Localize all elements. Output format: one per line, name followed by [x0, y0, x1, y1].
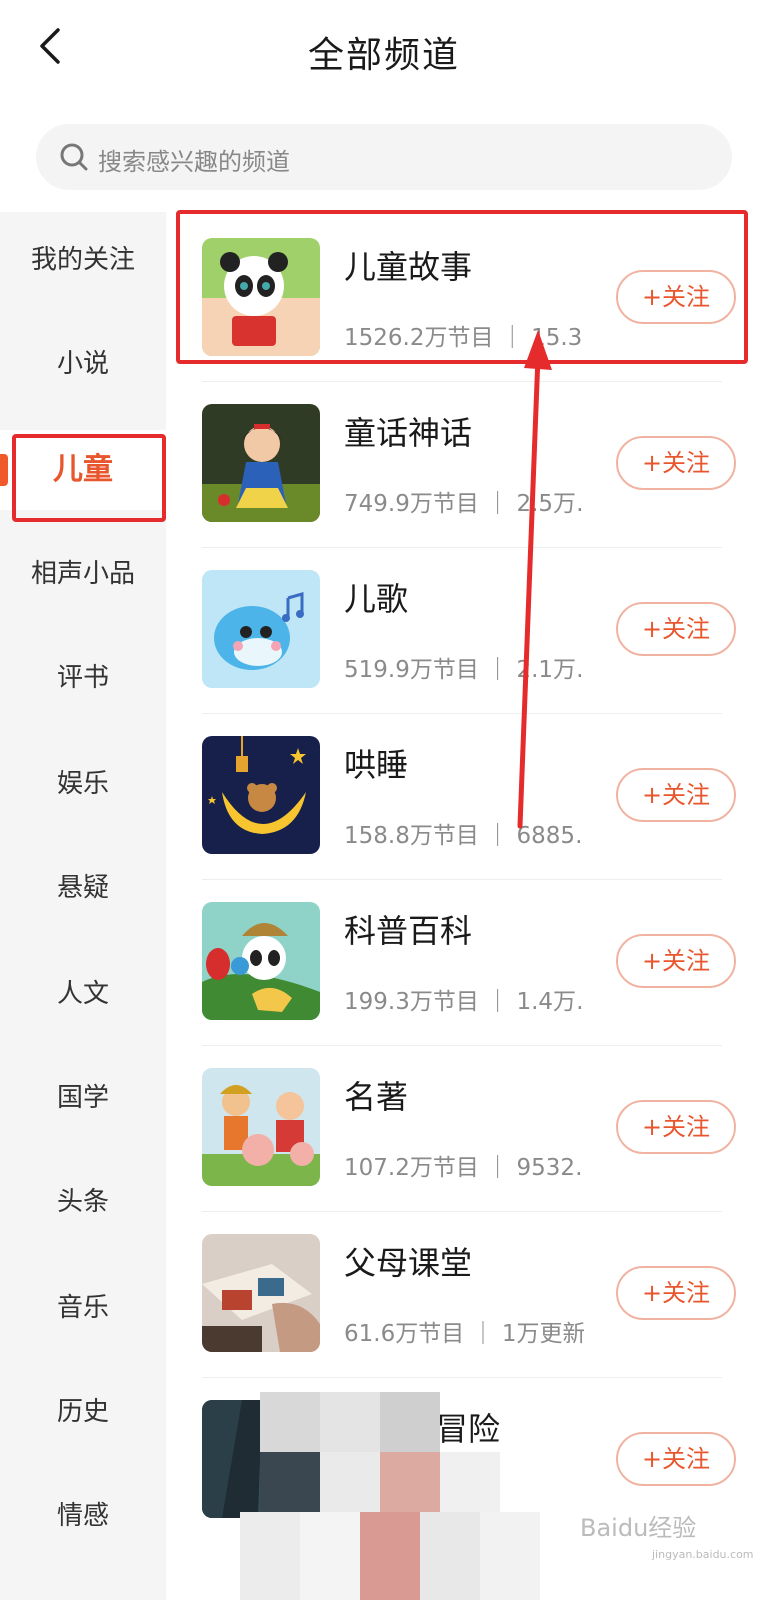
sidebar-item-sinology[interactable]: 国学 [0, 1058, 166, 1138]
channel-row[interactable]: 名著 107.2万节目 ｜ 9532… +关注 [166, 1042, 768, 1212]
channel-thumbnail [202, 570, 320, 688]
search-placeholder: 搜索感兴趣的频道 [98, 148, 290, 176]
annotation-arrow-icon [517, 330, 552, 829]
sidebar-item-label: 悬疑 [56, 873, 109, 903]
sidebar-item-history[interactable]: 历史 [0, 1372, 166, 1452]
channel-row[interactable]: 哄睡 158.8万节目 ｜ 6885… +关注 [166, 710, 768, 880]
watermark: Baidu经验 [580, 1514, 697, 1542]
channel-thumbnail [202, 736, 320, 854]
active-indicator [0, 454, 8, 486]
watermark-sub: jingyan.baidu.com [652, 1548, 754, 1561]
sidebar-item-label: 人文 [56, 979, 109, 1009]
follow-button[interactable]: +关注 [616, 1432, 736, 1486]
header: 全部频道 [0, 0, 768, 96]
sidebar-item-label: 历史 [56, 1397, 109, 1427]
channel-row[interactable]: 父母课堂 61.6万节目 ｜ 1万更新 +关注 [166, 1208, 768, 1378]
channel-thumbnail [202, 902, 320, 1020]
sidebar-item-emotion[interactable]: 情感 [0, 1476, 166, 1556]
follow-button[interactable]: +关注 [616, 768, 736, 822]
sidebar-item-label: 我的关注 [30, 245, 135, 275]
sidebar-item-label: 娱乐 [56, 769, 109, 799]
sidebar-item-suspense[interactable]: 悬疑 [0, 848, 166, 928]
sidebar-item-entertainment[interactable]: 娱乐 [0, 744, 166, 824]
sidebar-item-music[interactable]: 音乐 [0, 1268, 166, 1348]
sidebar-item-label: 评书 [56, 663, 109, 693]
sidebar-item-crosstalk[interactable]: 相声小品 [0, 534, 166, 614]
search-icon [60, 143, 88, 171]
follow-button[interactable]: +关注 [616, 436, 736, 490]
channel-row[interactable]: 儿歌 519.9万节目 ｜ 2.1万… +关注 [166, 544, 768, 714]
follow-button[interactable]: +关注 [616, 934, 736, 988]
search-bar[interactable]: 搜索感兴趣的频道 [36, 124, 732, 190]
sidebar-item-novel[interactable]: 小说 [0, 324, 166, 404]
sidebar-item-following[interactable]: 我的关注 [0, 220, 166, 300]
channel-stats: 61.6万节目 ｜ 1万更新 [344, 1321, 584, 1347]
page-title: 全部频道 [307, 35, 460, 76]
channel-name: 名著 [344, 1078, 409, 1116]
sidebar-item-children[interactable]: 儿童 [0, 430, 166, 522]
sidebar-item-label: 小说 [56, 349, 109, 379]
follow-button[interactable]: +关注 [616, 1100, 736, 1154]
channel-name: 哄睡 [344, 746, 409, 784]
mosaic-overlay [240, 1392, 540, 1600]
annotation-highlight-box [176, 210, 748, 364]
channel-name: 父母课堂 [344, 1244, 473, 1282]
channel-row[interactable]: 童话神话 749.9万节目 ｜ 2.5万… +关注 [166, 378, 768, 548]
sidebar-item-humanities[interactable]: 人文 [0, 954, 166, 1034]
channel-name: 儿歌 [344, 580, 409, 618]
sidebar-item-label: 音乐 [56, 1293, 109, 1323]
channel-row[interactable]: 科普百科 199.3万节目 ｜ 1.4万… +关注 [166, 876, 768, 1046]
sidebar-item-label: 相声小品 [30, 559, 135, 589]
channel-thumbnail [202, 1234, 320, 1352]
sidebar-item-label: 头条 [56, 1187, 109, 1217]
sidebar-item-headlines[interactable]: 头条 [0, 1162, 166, 1242]
annotation-box [12, 434, 166, 522]
sidebar-item-label: 国学 [56, 1083, 109, 1113]
channel-stats: 199.3万节目 ｜ 1.4万… [344, 989, 584, 1015]
channel-page: 全部频道 搜索感兴趣的频道 我的关注 小说 儿童 相声小品 评书 娱乐 悬疑 人… [0, 0, 768, 1600]
channel-name: 科普百科 [344, 912, 473, 950]
channel-name: 童话神话 [344, 414, 473, 452]
category-sidebar: 我的关注 小说 儿童 相声小品 评书 娱乐 悬疑 人文 国学 头条 音乐 历史 … [0, 212, 166, 1600]
sidebar-item-label: 情感 [56, 1501, 109, 1531]
channel-stats: 107.2万节目 ｜ 9532… [344, 1155, 584, 1181]
sidebar-item-storytelling[interactable]: 评书 [0, 638, 166, 718]
follow-button[interactable]: +关注 [616, 602, 736, 656]
follow-button[interactable]: +关注 [616, 1266, 736, 1320]
channel-thumbnail [202, 404, 320, 522]
channel-thumbnail [202, 1068, 320, 1186]
